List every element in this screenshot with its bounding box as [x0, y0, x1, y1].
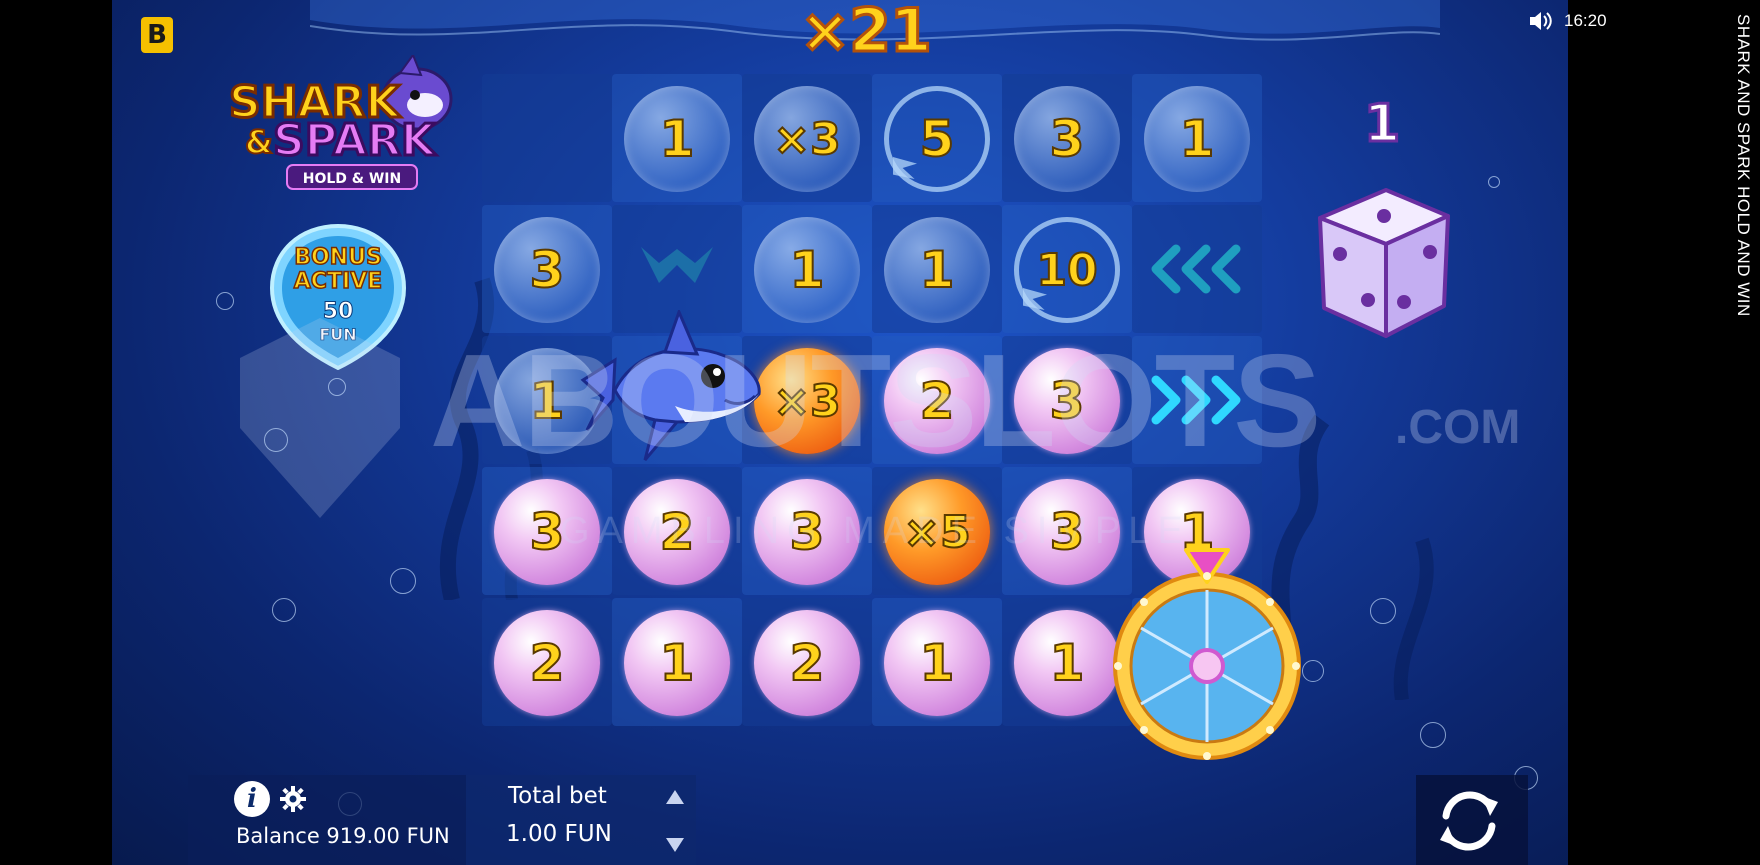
grid-cell: [482, 74, 612, 202]
bonus-line2: ACTIVE: [294, 269, 382, 294]
coin-bubble: 2: [754, 610, 860, 716]
logo-line2: SPARK: [273, 115, 437, 166]
bubble-value: 1: [659, 633, 696, 693]
coin-bubble: 5: [884, 86, 990, 192]
game-logo: SHARK & SPARK HOLD & WIN: [228, 55, 453, 190]
clock: 16:20: [1564, 11, 1607, 30]
bet-increase-button[interactable]: [666, 790, 684, 804]
bubble-value: 1: [919, 240, 956, 300]
watermark-logo: [240, 318, 400, 518]
coin-bubble: 1: [884, 610, 990, 716]
bubble-value: 2: [789, 633, 826, 693]
watermark-suffix: .COM: [1395, 401, 1521, 454]
watermark-subtitle: GAMBLING MADE SIMPLE: [560, 510, 1191, 552]
game-title: SHARK AND SPARK HOLD AND WIN: [1734, 14, 1753, 317]
dice-icon: [1318, 188, 1450, 338]
bonus-wheel: [1113, 548, 1301, 760]
bubble-value: 3: [529, 240, 566, 300]
coin-bubble: 1: [1144, 86, 1250, 192]
coin-bubble: 3: [1014, 86, 1120, 192]
ambient-bubble: [1370, 598, 1396, 624]
dice-count: 1: [1362, 93, 1401, 156]
bubble-value: 1: [919, 633, 956, 693]
bubble-value: 10: [1035, 244, 1098, 297]
coin-bubble: 1: [624, 610, 730, 716]
chevron-icon: [1181, 244, 1211, 294]
ambient-bubble: [328, 378, 346, 396]
balance-label: Balance 919.00 FUN: [236, 824, 450, 848]
ambient-bubble: [272, 598, 296, 622]
total-multiplier: ×21: [799, 0, 934, 68]
brand-logo: B: [141, 17, 173, 53]
bubble-value: 3: [1049, 109, 1086, 169]
total-bet-value: 1.00 FUN: [506, 821, 612, 847]
total-bet-label: Total bet: [508, 783, 607, 809]
ambient-bubble: [1420, 722, 1446, 748]
letterbox-left: [0, 0, 112, 865]
bubble-value: ×3: [772, 113, 841, 166]
chevron-icon: [1151, 244, 1181, 294]
bubble-value: 1: [1049, 633, 1086, 693]
spin-button[interactable]: [1428, 782, 1510, 860]
watermark-text: ABOUTSLOTS: [430, 327, 1321, 474]
logo-amp: &: [245, 123, 273, 161]
coin-bubble: 1: [884, 217, 990, 323]
letterbox-right: [1568, 0, 1760, 865]
balance-panel: [188, 775, 466, 865]
chevron-icon: [1211, 244, 1241, 294]
ambient-bubble: [1302, 660, 1324, 682]
coin-bubble: 3: [494, 217, 600, 323]
ambient-bubble: [216, 292, 234, 310]
info-icon[interactable]: i: [234, 781, 270, 817]
status-bar: 16:20: [1528, 10, 1607, 32]
bubble-value: 5: [919, 109, 956, 169]
coin-bubble: 1: [624, 86, 730, 192]
logo-line3: HOLD & WIN: [303, 171, 402, 187]
coin-bubble: ×3: [754, 86, 860, 192]
shark-fin-icon: [641, 247, 713, 283]
bubble-value: 1: [789, 240, 826, 300]
ambient-bubble: [1488, 176, 1500, 188]
speaker-icon[interactable]: [1528, 10, 1552, 32]
bet-decrease-button[interactable]: [666, 838, 684, 852]
gear-icon[interactable]: [280, 786, 306, 812]
bubble-value: 1: [1179, 109, 1216, 169]
arrows-left-icon: [1151, 244, 1241, 294]
bubble-value: 1: [659, 109, 696, 169]
coin-bubble: 10: [1014, 217, 1120, 323]
ambient-bubble: [264, 428, 288, 452]
coin-bubble: 1: [1014, 610, 1120, 716]
bubble-value: 2: [529, 633, 566, 693]
coin-bubble: 1: [754, 217, 860, 323]
ambient-bubble: [390, 568, 416, 594]
bonus-line1: BONUS: [294, 245, 382, 270]
coin-bubble: 2: [494, 610, 600, 716]
